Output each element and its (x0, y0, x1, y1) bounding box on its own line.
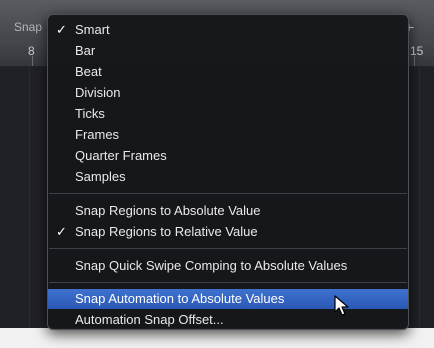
menu-item-samples[interactable]: Samples (48, 167, 408, 187)
menu-item-beat[interactable]: Beat (48, 62, 408, 82)
menu-item-ticks[interactable]: Ticks (48, 104, 408, 124)
menu-item-label: Snap Regions to Absolute Value (75, 203, 261, 218)
menu-item-quarter-frames[interactable]: Quarter Frames (48, 146, 408, 166)
menu-item-automation-snap-offset[interactable]: Automation Snap Offset... (48, 310, 408, 330)
menu-item-label: Samples (75, 169, 126, 184)
menu-item-smart[interactable]: ✓ Smart (48, 20, 408, 40)
menu-item-division[interactable]: Division (48, 83, 408, 103)
menu-item-label: Bar (75, 43, 96, 58)
menu-item-label: Smart (75, 22, 110, 37)
ruler-tick (414, 56, 415, 66)
checkmark-icon: ✓ (56, 22, 67, 37)
menu-item-bar[interactable]: Bar (48, 41, 408, 61)
menu-item-snap-automation-absolute[interactable]: Snap Automation to Absolute Values (48, 289, 408, 309)
snap-label[interactable]: Snap (14, 20, 42, 34)
menu-item-label: Automation Snap Offset... (75, 312, 224, 327)
menu-item-frames[interactable]: Frames (48, 125, 408, 145)
menu-item-label: Snap Quick Swipe Comping to Absolute Val… (75, 258, 348, 273)
menu-separator (49, 282, 407, 283)
checkmark-icon: ✓ (56, 224, 67, 239)
menu-item-label: Ticks (75, 106, 105, 121)
ruler-tick (32, 56, 33, 66)
snap-menu: ✓ Smart Bar Beat Division Ticks Frames Q… (47, 14, 409, 330)
menu-item-label: Beat (75, 64, 102, 79)
mouse-pointer-icon (334, 295, 349, 316)
ruler-bar-number: 15 (410, 44, 424, 58)
menu-item-label: Snap Automation to Absolute Values (75, 291, 285, 306)
menu-item-snap-regions-absolute[interactable]: Snap Regions to Absolute Value (48, 201, 408, 221)
menu-separator (49, 248, 407, 249)
menu-item-label: Snap Regions to Relative Value (75, 224, 258, 239)
menu-item-label: Quarter Frames (75, 148, 167, 163)
menu-separator (49, 193, 407, 194)
menu-item-label: Frames (75, 127, 120, 142)
menu-item-snap-quick-swipe-comping[interactable]: Snap Quick Swipe Comping to Absolute Val… (48, 256, 408, 276)
menu-item-label: Division (75, 85, 121, 100)
page-background (0, 328, 434, 348)
menu-item-snap-regions-relative[interactable]: ✓ Snap Regions to Relative Value (48, 222, 408, 242)
